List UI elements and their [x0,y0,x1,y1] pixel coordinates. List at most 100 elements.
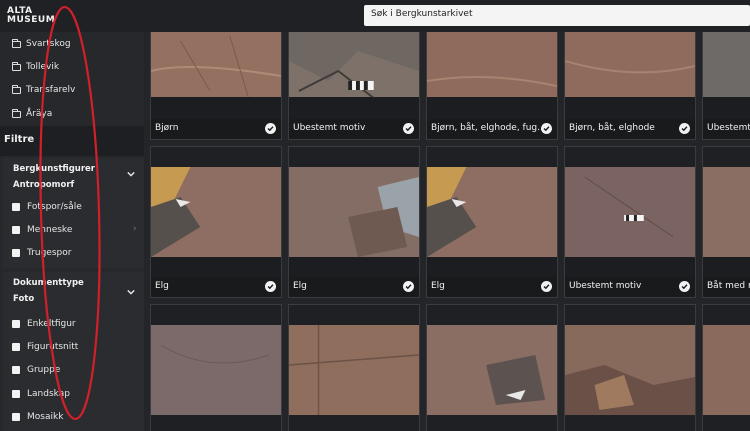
image-card[interactable]: Ubestemt motiv [288,32,420,140]
image-card[interactable]: Ubestemt motiv [564,146,696,298]
filter-option-mosaikk[interactable]: Mosaikk [12,410,63,424]
check-icon[interactable] [403,281,414,292]
rock-art-photo [427,147,557,277]
image-card[interactable]: Elg [426,146,558,298]
image-card[interactable] [150,304,282,431]
filter-option-menneske[interactable]: Menneske [12,223,72,237]
checkbox[interactable] [12,343,20,351]
filter-group-bergkunstfigurer: Bergkunstfigurer Antropomorf Fotspor/sål… [3,158,144,268]
filter-option-figurutsnitt[interactable]: Figurutsnitt [12,340,78,354]
card-title: Elg [293,281,307,291]
folder-icon [12,84,21,94]
location-label: Svartskog [26,39,71,49]
filter-group-dokumenttype: Dokumenttype Foto Enkeltfigur Figurutsni… [3,272,144,431]
card-caption: Bjørn, båt, elghode [565,119,695,139]
rock-art-photo [151,147,281,277]
rock-art-photo [427,305,557,431]
image-card[interactable]: Elg [288,146,420,298]
check-icon[interactable] [265,281,276,292]
card-caption: Båt med m [703,277,750,297]
group-subtitle: Antropomorf [13,180,75,190]
card-caption: Bjørn [151,119,281,139]
checkbox[interactable] [12,413,20,421]
filter-title: Filtre [4,134,35,145]
rock-art-photo [151,305,281,431]
option-label: Fotspor/såle [27,202,82,212]
checkbox[interactable] [12,203,20,211]
location-item-svartskog[interactable]: Svartskog [12,36,71,52]
chevron-down-icon[interactable] [127,288,135,296]
image-card[interactable]: Båt med m [702,146,750,298]
image-card[interactable]: Elg [150,146,282,298]
chevron-right-icon[interactable]: › [133,224,137,234]
filter-header: Filtre [0,126,144,156]
option-label: Enkeltfigur [27,319,76,329]
filter-option-gruppe[interactable]: Gruppe [12,363,60,377]
card-title: Bjørn [155,123,179,133]
image-card[interactable] [564,304,696,431]
folder-icon [12,108,21,118]
rock-art-photo [565,147,695,277]
image-grid: Bjørn Ubestemt motiv Bjørn, båt, elghode… [144,32,750,431]
image-card[interactable]: Bjørn, båt, elghode, fug… [426,32,558,140]
check-icon[interactable] [679,281,690,292]
check-icon[interactable] [541,281,552,292]
folder-icon [12,38,21,48]
option-label: Landskap [27,389,70,399]
filter-option-trugespor[interactable]: Trugespor [12,246,71,260]
location-label: Transfarelv [26,85,76,95]
location-label: Tollevik [26,62,60,72]
location-item-tollevik[interactable]: Tollevik [12,59,59,75]
location-item-transfarelv[interactable]: Transfarelv [12,82,75,98]
rock-art-photo [289,305,419,431]
image-card[interactable] [426,304,558,431]
rock-art-photo [565,305,695,431]
filter-option-landskap[interactable]: Landskap [12,387,70,401]
alta-museum-logo[interactable]: ALTA MUSEUM [7,7,56,25]
rock-art-photo [703,32,750,119]
rock-art-photo [427,32,557,119]
image-card[interactable] [288,304,420,431]
card-title: Elg [155,281,169,291]
check-icon[interactable] [265,123,276,134]
card-caption: Ubestemt motiv [289,119,419,139]
rock-art-photo [565,32,695,119]
image-card[interactable]: Ubestemt m [702,32,750,140]
folder-icon [12,61,21,71]
search-input[interactable]: Søk i Bergkunstarkivet [364,5,750,26]
image-card[interactable] [702,304,750,431]
checkbox[interactable] [12,320,20,328]
card-title: Elg [431,281,445,291]
card-title: Ubestemt motiv [293,123,366,133]
rock-art-photo [151,32,281,119]
check-icon[interactable] [403,123,414,134]
card-title: Ubestemt m [707,123,750,133]
checkbox[interactable] [12,226,20,234]
checkbox[interactable] [12,249,20,257]
checkbox[interactable] [12,390,20,398]
group-subtitle: Foto [13,294,35,304]
filter-option-enkeltfigur[interactable]: Enkeltfigur [12,317,76,331]
card-caption: Elg [151,277,281,297]
card-caption: Bjørn, båt, elghode, fug… [427,119,557,139]
checkbox[interactable] [12,366,20,374]
group-title[interactable]: Dokumenttype [13,275,84,292]
check-icon[interactable] [679,123,690,134]
image-card[interactable]: Bjørn, båt, elghode [564,32,696,140]
option-label: Gruppe [27,365,61,375]
chevron-down-icon[interactable] [127,170,135,178]
rock-art-photo [289,147,419,277]
search-placeholder: Søk i Bergkunstarkivet [371,9,473,19]
logo-line-2: MUSEUM [7,15,56,25]
group-title[interactable]: Bergkunstfigurer [13,161,95,178]
check-icon[interactable] [541,123,552,134]
card-caption: Elg [427,277,557,297]
location-item-aroya[interactable]: Åräya [12,106,52,122]
option-label: Menneske [27,225,73,235]
option-label: Mosaikk [27,412,64,422]
card-title: Bjørn, båt, elghode [569,123,655,133]
card-title: Båt med m [707,281,750,291]
card-caption: Ubestemt m [703,119,750,139]
filter-option-fotspor[interactable]: Fotspor/såle [12,200,82,214]
image-card[interactable]: Bjørn [150,32,282,140]
